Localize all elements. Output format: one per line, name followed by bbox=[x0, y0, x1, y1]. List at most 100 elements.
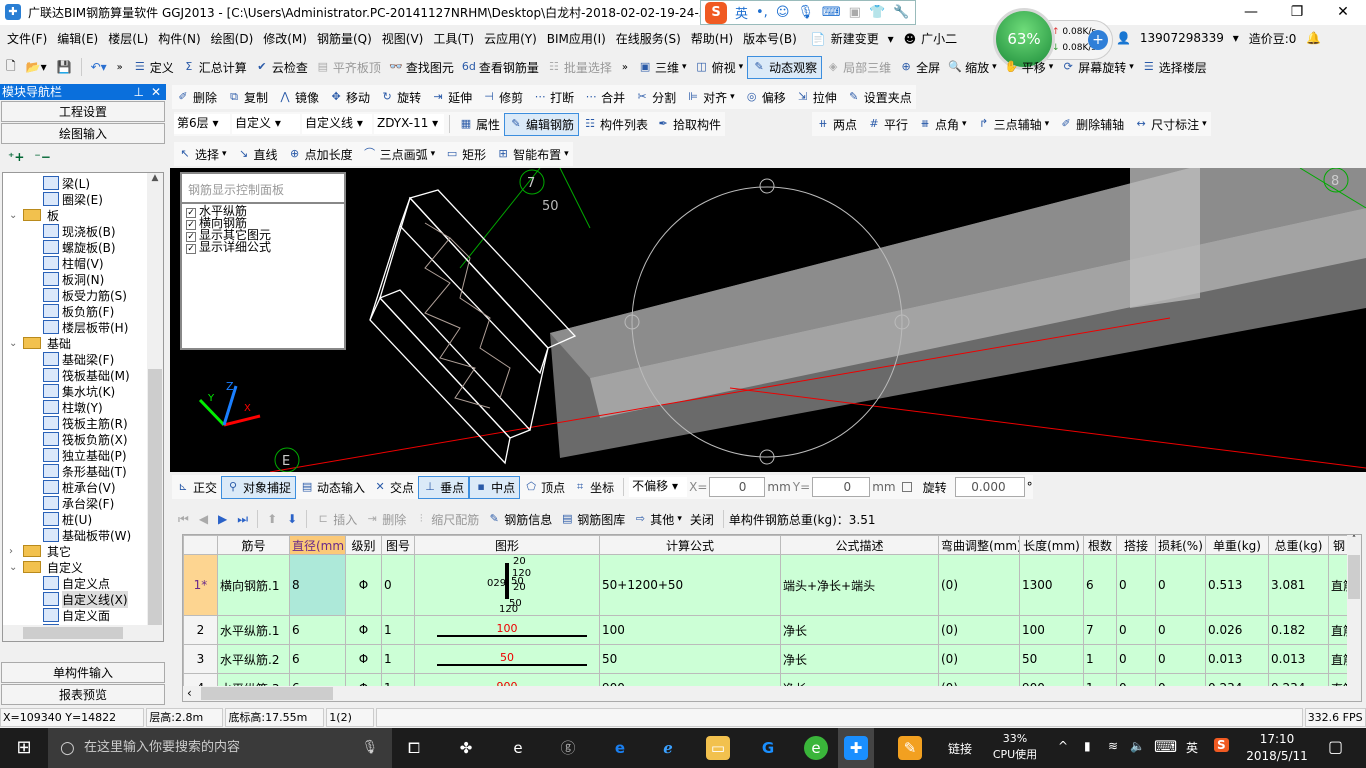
cell-bend[interactable]: (0) bbox=[938, 554, 1020, 616]
notification-icon[interactable]: ▢ bbox=[1328, 737, 1343, 756]
rotate-input[interactable]: 0.000 bbox=[954, 477, 1025, 497]
cell-shape[interactable]: 120 120 20 20 50 50 029 bbox=[414, 554, 600, 616]
tree-item[interactable]: ⌄ 板 bbox=[3, 207, 163, 223]
wrench-icon[interactable]: 🔧 bbox=[893, 5, 909, 20]
chevron-down-icon[interactable]: ⌄ bbox=[9, 562, 23, 573]
input-lang[interactable]: 英 bbox=[1186, 739, 1198, 756]
tray-expand-icon[interactable]: ^ bbox=[1058, 739, 1068, 753]
bell-icon[interactable]: 🔔 bbox=[1301, 31, 1326, 45]
ime-toolbar[interactable]: S 英 •, ☺ 🎙 ⌨ ▣ 👕 🔧 bbox=[700, 0, 916, 25]
toolbar-button-3[interactable]: ✒ 拾取构件 bbox=[652, 114, 725, 135]
tree-item[interactable]: 筏板负筋(X) bbox=[3, 431, 163, 447]
toolbar-button-3[interactable]: ✕ 交点 bbox=[369, 477, 418, 498]
cell-total_w[interactable]: 0.013 bbox=[1268, 644, 1329, 674]
chevron-down-icon[interactable]: ▾ bbox=[1202, 119, 1207, 129]
row-header[interactable]: 1* bbox=[183, 554, 218, 616]
menu-item[interactable]: 修改(M) bbox=[258, 30, 312, 47]
keyboard-icon[interactable]: ⌨ bbox=[822, 5, 841, 20]
toolbar-button-3[interactable]: ◈ 局部三维 bbox=[822, 57, 895, 78]
cell-dia[interactable]: 6 bbox=[289, 644, 346, 674]
tree-item[interactable]: 承台梁(F) bbox=[3, 495, 163, 511]
link-toolbar[interactable]: 链接 bbox=[948, 740, 972, 757]
menu-item[interactable]: 版本号(B) bbox=[738, 30, 802, 47]
project-settings-button[interactable]: 工程设置 bbox=[1, 101, 165, 122]
subtype-select[interactable]: 自定义线 ▾ bbox=[302, 114, 372, 134]
floor-select[interactable]: 第6层 ▾ bbox=[174, 114, 230, 134]
column-header[interactable] bbox=[183, 535, 218, 555]
expand-all-icon[interactable]: ⁺+ bbox=[8, 150, 24, 164]
type-select[interactable]: 自定义 ▾ bbox=[232, 114, 300, 134]
cell-len[interactable]: 100 bbox=[1019, 615, 1084, 645]
cell-lap[interactable]: 0 bbox=[1116, 554, 1156, 616]
tree-item[interactable]: 独立基础(P) bbox=[3, 447, 163, 463]
tree-item[interactable]: 条形基础(T) bbox=[3, 463, 163, 479]
chevron-down-icon[interactable]: ▾ bbox=[682, 62, 687, 72]
save-icon[interactable]: 💾 bbox=[53, 58, 76, 76]
cell-count[interactable]: 7 bbox=[1083, 615, 1117, 645]
cell-desc[interactable]: 净长 bbox=[780, 615, 939, 645]
column-header[interactable]: 公式描述 bbox=[780, 535, 939, 555]
menu-item[interactable]: 编辑(E) bbox=[52, 30, 103, 47]
menu-item[interactable]: BIM应用(I) bbox=[542, 30, 611, 47]
toolbar-button-0[interactable]: ✐ 删除 bbox=[172, 87, 221, 108]
column-header[interactable]: 直径(mm) bbox=[289, 535, 346, 555]
toolbar-button-5[interactable]: ⇥ 延伸 bbox=[427, 87, 476, 108]
menu-item[interactable]: 构件(N) bbox=[153, 30, 205, 47]
tree-item[interactable]: 板负筋(F) bbox=[3, 303, 163, 319]
cell-total_w[interactable]: 3.081 bbox=[1268, 554, 1329, 616]
toolbar-button-4[interactable]: ▤ 钢筋图库 bbox=[556, 509, 629, 530]
cell-name[interactable]: 横向钢筋.1 bbox=[217, 554, 290, 616]
toolbar-button-12[interactable]: ⇲ 拉伸 bbox=[792, 87, 841, 108]
toolbar-button-10[interactable]: ⊫ 对齐 ▾ bbox=[682, 87, 739, 108]
toolbar-button-7[interactable]: ⌗ 坐标 bbox=[569, 477, 618, 498]
mic-icon[interactable]: 🎙 bbox=[797, 5, 814, 20]
column-header[interactable]: 弯曲调整(mm) bbox=[938, 535, 1020, 555]
tree-item[interactable]: 基础板带(W) bbox=[3, 527, 163, 543]
toolbar-button-1[interactable]: ⚲ 对象捕捉 bbox=[221, 475, 297, 499]
collapse-all-icon[interactable]: ⁻− bbox=[34, 150, 50, 164]
chevron-down-icon[interactable]: ▾ bbox=[1045, 119, 1050, 129]
toolbar-button-2[interactable]: ⊕ 点加长度 bbox=[284, 144, 357, 165]
toolbar-button-6[interactable]: 关闭 bbox=[686, 509, 718, 530]
rotate-checkbox[interactable] bbox=[901, 482, 912, 492]
toolbar-button-2[interactable]: ▤ 动态输入 bbox=[296, 477, 369, 498]
assistant-button[interactable]: ☻ 广小二 bbox=[899, 30, 968, 47]
tree-item[interactable]: ⌄ 自定义 bbox=[3, 559, 163, 575]
component-name-select[interactable]: ZDYX-11 ▾ bbox=[374, 114, 444, 134]
edge-icon[interactable]: e bbox=[608, 736, 632, 760]
cell-fig[interactable]: 1 bbox=[381, 644, 415, 674]
cell-desc[interactable]: 净长 bbox=[780, 644, 939, 674]
tree-hscrollbar[interactable] bbox=[3, 625, 163, 641]
clock[interactable]: 17:10 2018/5/11 bbox=[1240, 731, 1314, 765]
new-file-icon[interactable]: 🗋 bbox=[2, 55, 20, 80]
cell-len[interactable]: 1300 bbox=[1019, 554, 1084, 616]
close-button[interactable]: ✕ bbox=[1320, 0, 1366, 25]
x-input[interactable]: 0 bbox=[709, 477, 766, 497]
toolbar-button-7[interactable]: ⟳ 屏幕旋转 ▾ bbox=[1057, 57, 1138, 78]
chevron-down-icon[interactable]: ▾ bbox=[222, 149, 227, 159]
column-header[interactable]: 长度(mm) bbox=[1019, 535, 1084, 555]
chevron-down-icon[interactable]: ▾ bbox=[739, 62, 744, 72]
pin-icon[interactable]: ⊥ bbox=[134, 84, 144, 100]
green-browser-icon[interactable]: e bbox=[804, 736, 828, 760]
emoji-icon[interactable]: ☺ bbox=[776, 5, 790, 20]
battery-icon[interactable]: ▮ bbox=[1084, 739, 1091, 753]
cell-grade[interactable]: Φ bbox=[345, 644, 382, 674]
toolbar-button-5[interactable]: ↔ 尺寸标注 ▾ bbox=[1130, 114, 1211, 135]
tree-item[interactable]: ⌄ 基础 bbox=[3, 335, 163, 351]
toolbar-button-4[interactable]: ⊥ 垂点 bbox=[418, 475, 470, 499]
cell-fig[interactable]: 0 bbox=[381, 554, 415, 616]
toolbar-button-2[interactable]: ☷ 构件列表 bbox=[579, 114, 652, 135]
cell-name[interactable]: 水平纵筋.2 bbox=[217, 644, 290, 674]
column-header[interactable]: 图形 bbox=[414, 535, 600, 555]
tree-item[interactable]: 螺旋板(B) bbox=[3, 239, 163, 255]
tree-item[interactable]: 自定义面 bbox=[3, 607, 163, 623]
chevron-down-icon[interactable]: ▾ bbox=[564, 149, 569, 159]
toolbar-button-2[interactable]: ⫶ 缩尺配筋 bbox=[410, 509, 483, 530]
undo-icon[interactable]: ↶▾ bbox=[87, 58, 111, 76]
column-header[interactable]: 筋号 bbox=[217, 535, 290, 555]
toolbar-button-4[interactable]: ▭ 矩形 bbox=[441, 144, 490, 165]
cell-dia[interactable]: 8 bbox=[289, 554, 346, 616]
tree-item[interactable]: 板洞(N) bbox=[3, 271, 163, 287]
glodon-g-icon[interactable]: G bbox=[756, 736, 780, 760]
